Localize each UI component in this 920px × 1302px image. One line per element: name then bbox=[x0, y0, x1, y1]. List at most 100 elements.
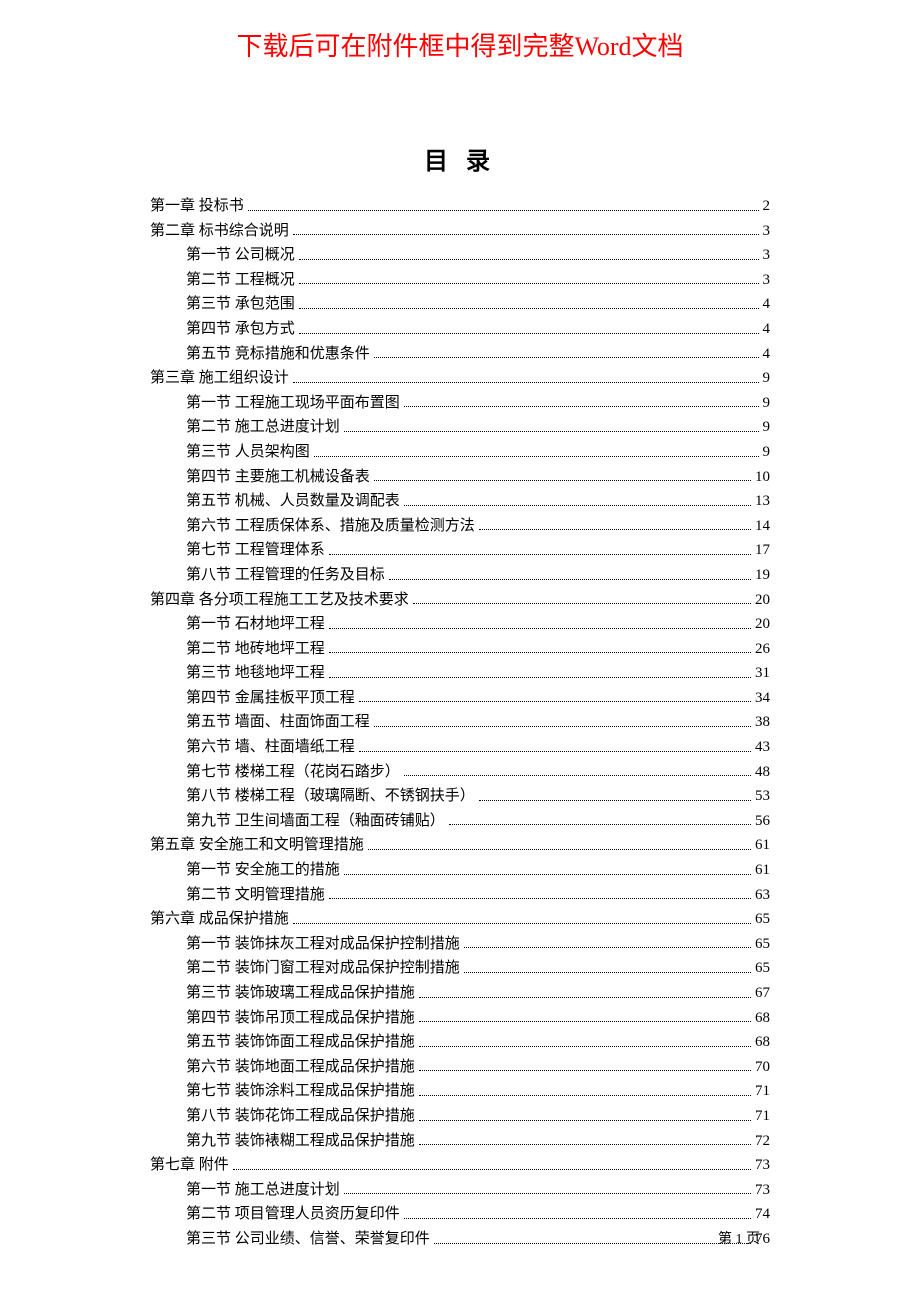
toc-row: 第二节 工程概况3 bbox=[150, 268, 770, 293]
toc-leader-dots bbox=[464, 947, 751, 948]
toc-entry-label: 第二章 标书综合说明 bbox=[150, 219, 289, 244]
toc-leader-dots bbox=[329, 898, 751, 899]
toc-leader-dots bbox=[329, 628, 751, 629]
toc-entry-page: 9 bbox=[763, 391, 771, 416]
toc-row: 第七节 装饰涂料工程成品保护措施71 bbox=[150, 1079, 770, 1104]
toc-title: 目 录 bbox=[0, 141, 920, 176]
toc-entry-label: 第七节 工程管理体系 bbox=[186, 538, 325, 563]
toc-leader-dots bbox=[404, 775, 751, 776]
page-footer: 第 1 页 bbox=[718, 1228, 760, 1248]
toc-row: 第四章 各分项工程施工工艺及技术要求20 bbox=[150, 588, 770, 613]
toc-leader-dots bbox=[299, 308, 759, 309]
toc-row: 第一节 石材地坪工程 20 bbox=[150, 612, 770, 637]
toc-entry-page: 72 bbox=[755, 1129, 770, 1154]
toc-entry-page: 4 bbox=[763, 342, 771, 367]
toc-leader-dots bbox=[299, 259, 759, 260]
toc-entry-page: 65 bbox=[755, 956, 770, 981]
toc-entry-label: 第六章 成品保护措施 bbox=[150, 907, 289, 932]
toc-entry-label: 第五节 装饰饰面工程成品保护措施 bbox=[186, 1030, 415, 1055]
toc-entry-label: 第九节 装饰裱糊工程成品保护措施 bbox=[186, 1129, 415, 1154]
toc-row: 第一节 施工总进度计划 73 bbox=[150, 1178, 770, 1203]
toc-row: 第四节 金属挂板平顶工程34 bbox=[150, 686, 770, 711]
toc-entry-page: 70 bbox=[755, 1055, 770, 1080]
toc-leader-dots bbox=[248, 210, 759, 211]
toc-entry-page: 73 bbox=[755, 1178, 770, 1203]
toc-entry-page: 10 bbox=[755, 465, 770, 490]
toc-entry-label: 第六节 墙、柱面墙纸工程 bbox=[186, 735, 355, 760]
toc-leader-dots bbox=[344, 1193, 751, 1194]
toc-entry-page: 63 bbox=[755, 883, 770, 908]
toc-entry-label: 第二节 文明管理措施 bbox=[186, 883, 325, 908]
toc-entry-label: 第六节 装饰地面工程成品保护措施 bbox=[186, 1055, 415, 1080]
toc-row: 第二节 项目管理人员资历复印件74 bbox=[150, 1202, 770, 1227]
toc-row: 第二节 文明管理措施 63 bbox=[150, 883, 770, 908]
toc-leader-dots bbox=[329, 677, 751, 678]
toc-entry-label: 第二节 地砖地坪工程 bbox=[186, 637, 325, 662]
toc-entry-label: 第一节 施工总进度计划 bbox=[186, 1178, 340, 1203]
toc-entry-label: 第八节 装饰花饰工程成品保护措施 bbox=[186, 1104, 415, 1129]
toc-entry-label: 第五节 机械、人员数量及调配表 bbox=[186, 489, 400, 514]
toc-entry-label: 第三节 公司业绩、信誉、荣誉复印件 bbox=[186, 1227, 430, 1252]
toc-entry-label: 第八节 楼梯工程（玻璃隔断、不锈钢扶手） bbox=[186, 784, 475, 809]
toc-row: 第五节 墙面、柱面饰面工程 38 bbox=[150, 710, 770, 735]
toc-row: 第七节 工程管理体系17 bbox=[150, 538, 770, 563]
toc-entry-page: 43 bbox=[755, 735, 770, 760]
toc-row: 第三节 人员架构图 9 bbox=[150, 440, 770, 465]
toc-row: 第一节 公司概况 3 bbox=[150, 243, 770, 268]
toc-row: 第二节 装饰门窗工程对成品保护控制措施65 bbox=[150, 956, 770, 981]
toc-leader-dots bbox=[413, 603, 751, 604]
toc-row: 第八节 工程管理的任务及目标19 bbox=[150, 563, 770, 588]
toc-leader-dots bbox=[344, 874, 751, 875]
toc-entry-page: 38 bbox=[755, 710, 770, 735]
toc-entry-page: 9 bbox=[763, 440, 771, 465]
toc-row: 第三节 装饰玻璃工程成品保护措施 67 bbox=[150, 981, 770, 1006]
toc-entry-label: 第七节 装饰涂料工程成品保护措施 bbox=[186, 1079, 415, 1104]
toc-entry-page: 4 bbox=[763, 292, 771, 317]
toc-entry-label: 第一节 工程施工现场平面布置图 bbox=[186, 391, 400, 416]
toc-row: 第一节 工程施工现场平面布置图 9 bbox=[150, 391, 770, 416]
toc-entry-label: 第五节 墙面、柱面饰面工程 bbox=[186, 710, 370, 735]
toc-entry-label: 第八节 工程管理的任务及目标 bbox=[186, 563, 385, 588]
toc-entry-label: 第一节 石材地坪工程 bbox=[186, 612, 325, 637]
toc-entry-page: 3 bbox=[763, 243, 771, 268]
toc-leader-dots bbox=[434, 1243, 751, 1244]
toc-entry-page: 68 bbox=[755, 1006, 770, 1031]
toc-entry-label: 第三章 施工组织设计 bbox=[150, 366, 289, 391]
toc-leader-dots bbox=[419, 1046, 751, 1047]
toc-entry-page: 61 bbox=[755, 858, 770, 883]
toc-leader-dots bbox=[419, 1120, 751, 1121]
toc-leader-dots bbox=[233, 1169, 751, 1170]
toc-entry-page: 4 bbox=[763, 317, 771, 342]
toc-leader-dots bbox=[293, 382, 759, 383]
toc-entry-label: 第一节 公司概况 bbox=[186, 243, 295, 268]
toc-leader-dots bbox=[329, 554, 751, 555]
toc-leader-dots bbox=[293, 923, 751, 924]
toc-entry-page: 3 bbox=[763, 219, 771, 244]
toc-entry-label: 第一章 投标书 bbox=[150, 194, 244, 219]
toc-leader-dots bbox=[374, 726, 751, 727]
toc-row: 第五节 机械、人员数量及调配表13 bbox=[150, 489, 770, 514]
toc-leader-dots bbox=[299, 333, 759, 334]
toc-entry-label: 第三节 人员架构图 bbox=[186, 440, 310, 465]
toc-entry-label: 第七章 附件 bbox=[150, 1153, 229, 1178]
toc-leader-dots bbox=[368, 849, 751, 850]
banner-text: 下载后可在附件框中得到完整Word文档 bbox=[0, 0, 920, 63]
toc-leader-dots bbox=[314, 456, 759, 457]
toc-entry-label: 第三节 装饰玻璃工程成品保护措施 bbox=[186, 981, 415, 1006]
toc-entry-page: 67 bbox=[755, 981, 770, 1006]
toc-row: 第六章 成品保护措施65 bbox=[150, 907, 770, 932]
toc-container: 第一章 投标书2第二章 标书综合说明3第一节 公司概况3第二节 工程概况3第三节… bbox=[150, 194, 770, 1252]
toc-entry-label: 第五章 安全施工和文明管理措施 bbox=[150, 833, 364, 858]
toc-leader-dots bbox=[419, 997, 751, 998]
toc-row: 第三节 地毯地坪工程31 bbox=[150, 661, 770, 686]
toc-row: 第八节 楼梯工程（玻璃隔断、不锈钢扶手）53 bbox=[150, 784, 770, 809]
toc-row: 第七章 附件73 bbox=[150, 1153, 770, 1178]
toc-row: 第六节 装饰地面工程成品保护措施 70 bbox=[150, 1055, 770, 1080]
toc-entry-label: 第五节 竞标措施和优惠条件 bbox=[186, 342, 370, 367]
toc-row: 第九节 装饰裱糊工程成品保护措施 72 bbox=[150, 1129, 770, 1154]
toc-row: 第四节 主要施工机械设备表10 bbox=[150, 465, 770, 490]
toc-entry-page: 20 bbox=[755, 612, 770, 637]
toc-row: 第二章 标书综合说明 3 bbox=[150, 219, 770, 244]
toc-entry-page: 26 bbox=[755, 637, 770, 662]
toc-entry-page: 61 bbox=[755, 833, 770, 858]
